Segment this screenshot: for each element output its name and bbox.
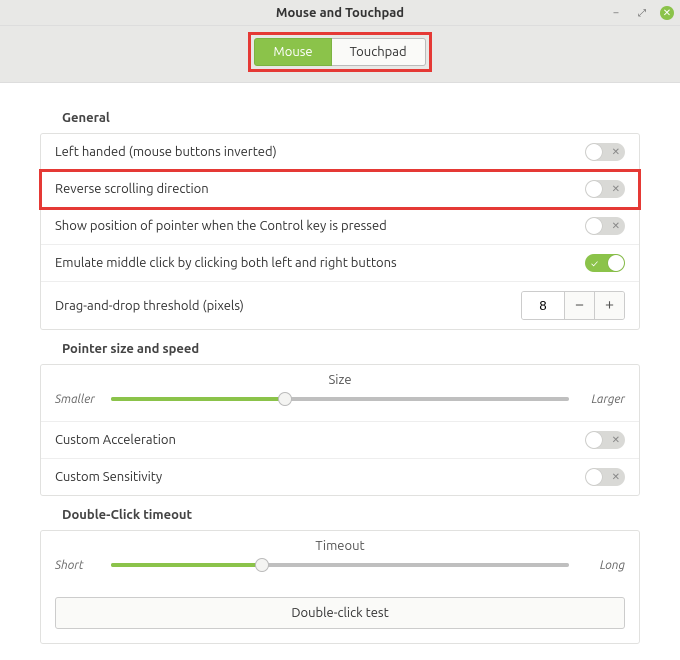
emulate-middle-label: Emulate middle click by clicking both le… [55,256,397,270]
show-pointer-label: Show position of pointer when the Contro… [55,219,387,233]
size-max-label: Larger [577,393,625,406]
highlight-tabs: Mouse Touchpad [248,32,431,72]
section-pointer-title: Pointer size and speed [62,342,640,356]
drag-threshold-label: Drag-and-drop threshold (pixels) [55,299,244,313]
x-icon: ✕ [612,434,620,446]
maximize-button[interactable]: ⤢ [634,5,650,21]
custom-accel-toggle[interactable]: ✕ [585,431,625,449]
reverse-scroll-toggle[interactable]: ✕ [585,180,625,198]
x-icon: ✕ [612,471,620,483]
close-icon: ✕ [663,7,671,19]
panel-pointer: Size Smaller Larger Custom Acceleration … [40,364,640,496]
tab-touchpad[interactable]: Touchpad [332,38,426,66]
x-icon: ✕ [612,183,620,195]
step-up-button[interactable]: + [594,292,624,319]
custom-sens-toggle[interactable]: ✕ [585,468,625,486]
reverse-scroll-label: Reverse scrolling direction [55,182,209,196]
check-icon: ✓ [591,258,598,269]
row-timeout: Timeout Short Long [41,531,639,587]
left-handed-label: Left handed (mouse buttons inverted) [55,145,277,159]
tab-bar: Mouse Touchpad [0,26,680,83]
titlebar: Mouse and Touchpad – ⤢ ✕ [0,0,680,26]
tab-mouse[interactable]: Mouse [254,38,331,66]
size-caption: Size [55,373,625,387]
row-pointer-size: Size Smaller Larger [41,365,639,422]
section-dblclick-title: Double-Click timeout [62,508,640,522]
row-custom-sens: Custom Sensitivity ✕ [41,459,639,495]
left-handed-toggle[interactable]: ✕ [585,143,625,161]
minimize-button[interactable]: – [608,5,624,21]
row-left-handed: Left handed (mouse buttons inverted) ✕ [41,134,639,171]
x-icon: ✕ [612,220,620,232]
timeout-caption: Timeout [55,539,625,553]
drag-threshold-stepper[interactable]: − + [521,291,625,320]
show-pointer-toggle[interactable]: ✕ [585,217,625,235]
dblclick-test-button[interactable]: Double-click test [55,597,625,629]
x-icon: ✕ [612,146,620,158]
row-show-pointer: Show position of pointer when the Contro… [41,208,639,245]
timeout-slider[interactable] [111,557,569,573]
row-custom-accel: Custom Acceleration ✕ [41,422,639,459]
row-drag-threshold: Drag-and-drop threshold (pixels) − + [41,282,639,329]
timeout-min-label: Short [55,559,103,572]
row-emulate-middle: Emulate middle click by clicking both le… [41,245,639,282]
close-button[interactable]: ✕ [660,6,674,20]
size-slider[interactable] [111,391,569,407]
custom-accel-label: Custom Acceleration [55,433,176,447]
drag-threshold-input[interactable] [522,292,564,319]
section-general-title: General [62,111,640,125]
window-controls: – ⤢ ✕ [608,0,674,25]
panel-dblclick: Timeout Short Long Double-click test [40,530,640,644]
size-min-label: Smaller [55,393,103,406]
row-reverse-scroll: Reverse scrolling direction ✕ [41,171,639,208]
custom-sens-label: Custom Sensitivity [55,470,162,484]
window-title: Mouse and Touchpad [276,6,404,20]
emulate-middle-toggle[interactable]: ✓ [585,254,625,272]
step-down-button[interactable]: − [564,292,594,319]
panel-general: Left handed (mouse buttons inverted) ✕ R… [40,133,640,330]
timeout-max-label: Long [577,559,625,572]
